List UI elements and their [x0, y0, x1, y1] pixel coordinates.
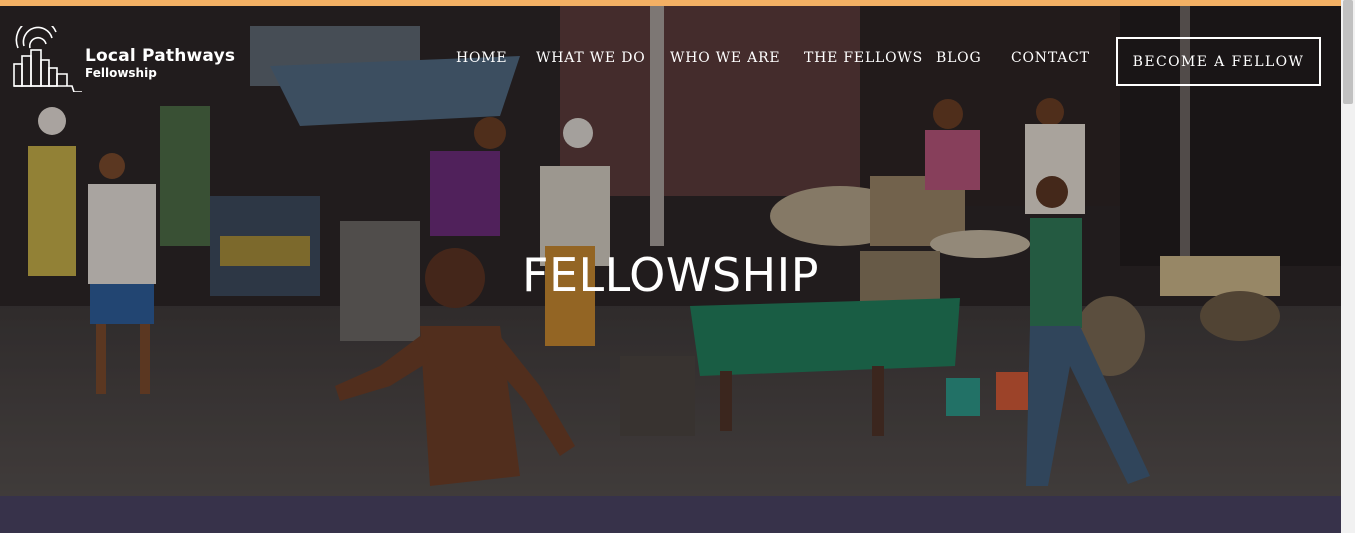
scrollbar-thumb[interactable] [1343, 0, 1353, 104]
hero-banner: Local Pathways Fellowship HOME WHAT WE D… [0, 6, 1341, 496]
nav-item-blog[interactable]: BLOG [936, 50, 981, 66]
city-skyline-signal-icon [13, 26, 82, 92]
nav-item-contact[interactable]: CONTACT [1011, 50, 1090, 66]
nav-item-what-we-do[interactable]: WHAT WE DO [536, 50, 646, 66]
nav-item-home[interactable]: HOME [456, 50, 507, 66]
page-title: FELLOWSHIP [522, 248, 819, 302]
become-a-fellow-button[interactable]: BECOME A FELLOW [1116, 37, 1321, 86]
nav-item-the-fellows[interactable]: THE FELLOWS [804, 50, 923, 66]
page: Local Pathways Fellowship HOME WHAT WE D… [0, 0, 1341, 533]
section-band [0, 496, 1341, 533]
logo-subname: Fellowship [85, 66, 157, 80]
site-logo[interactable]: Local Pathways Fellowship [12, 26, 235, 92]
nav-item-who-we-are[interactable]: WHO WE ARE [670, 50, 780, 66]
logo-name: Local Pathways [85, 46, 236, 66]
